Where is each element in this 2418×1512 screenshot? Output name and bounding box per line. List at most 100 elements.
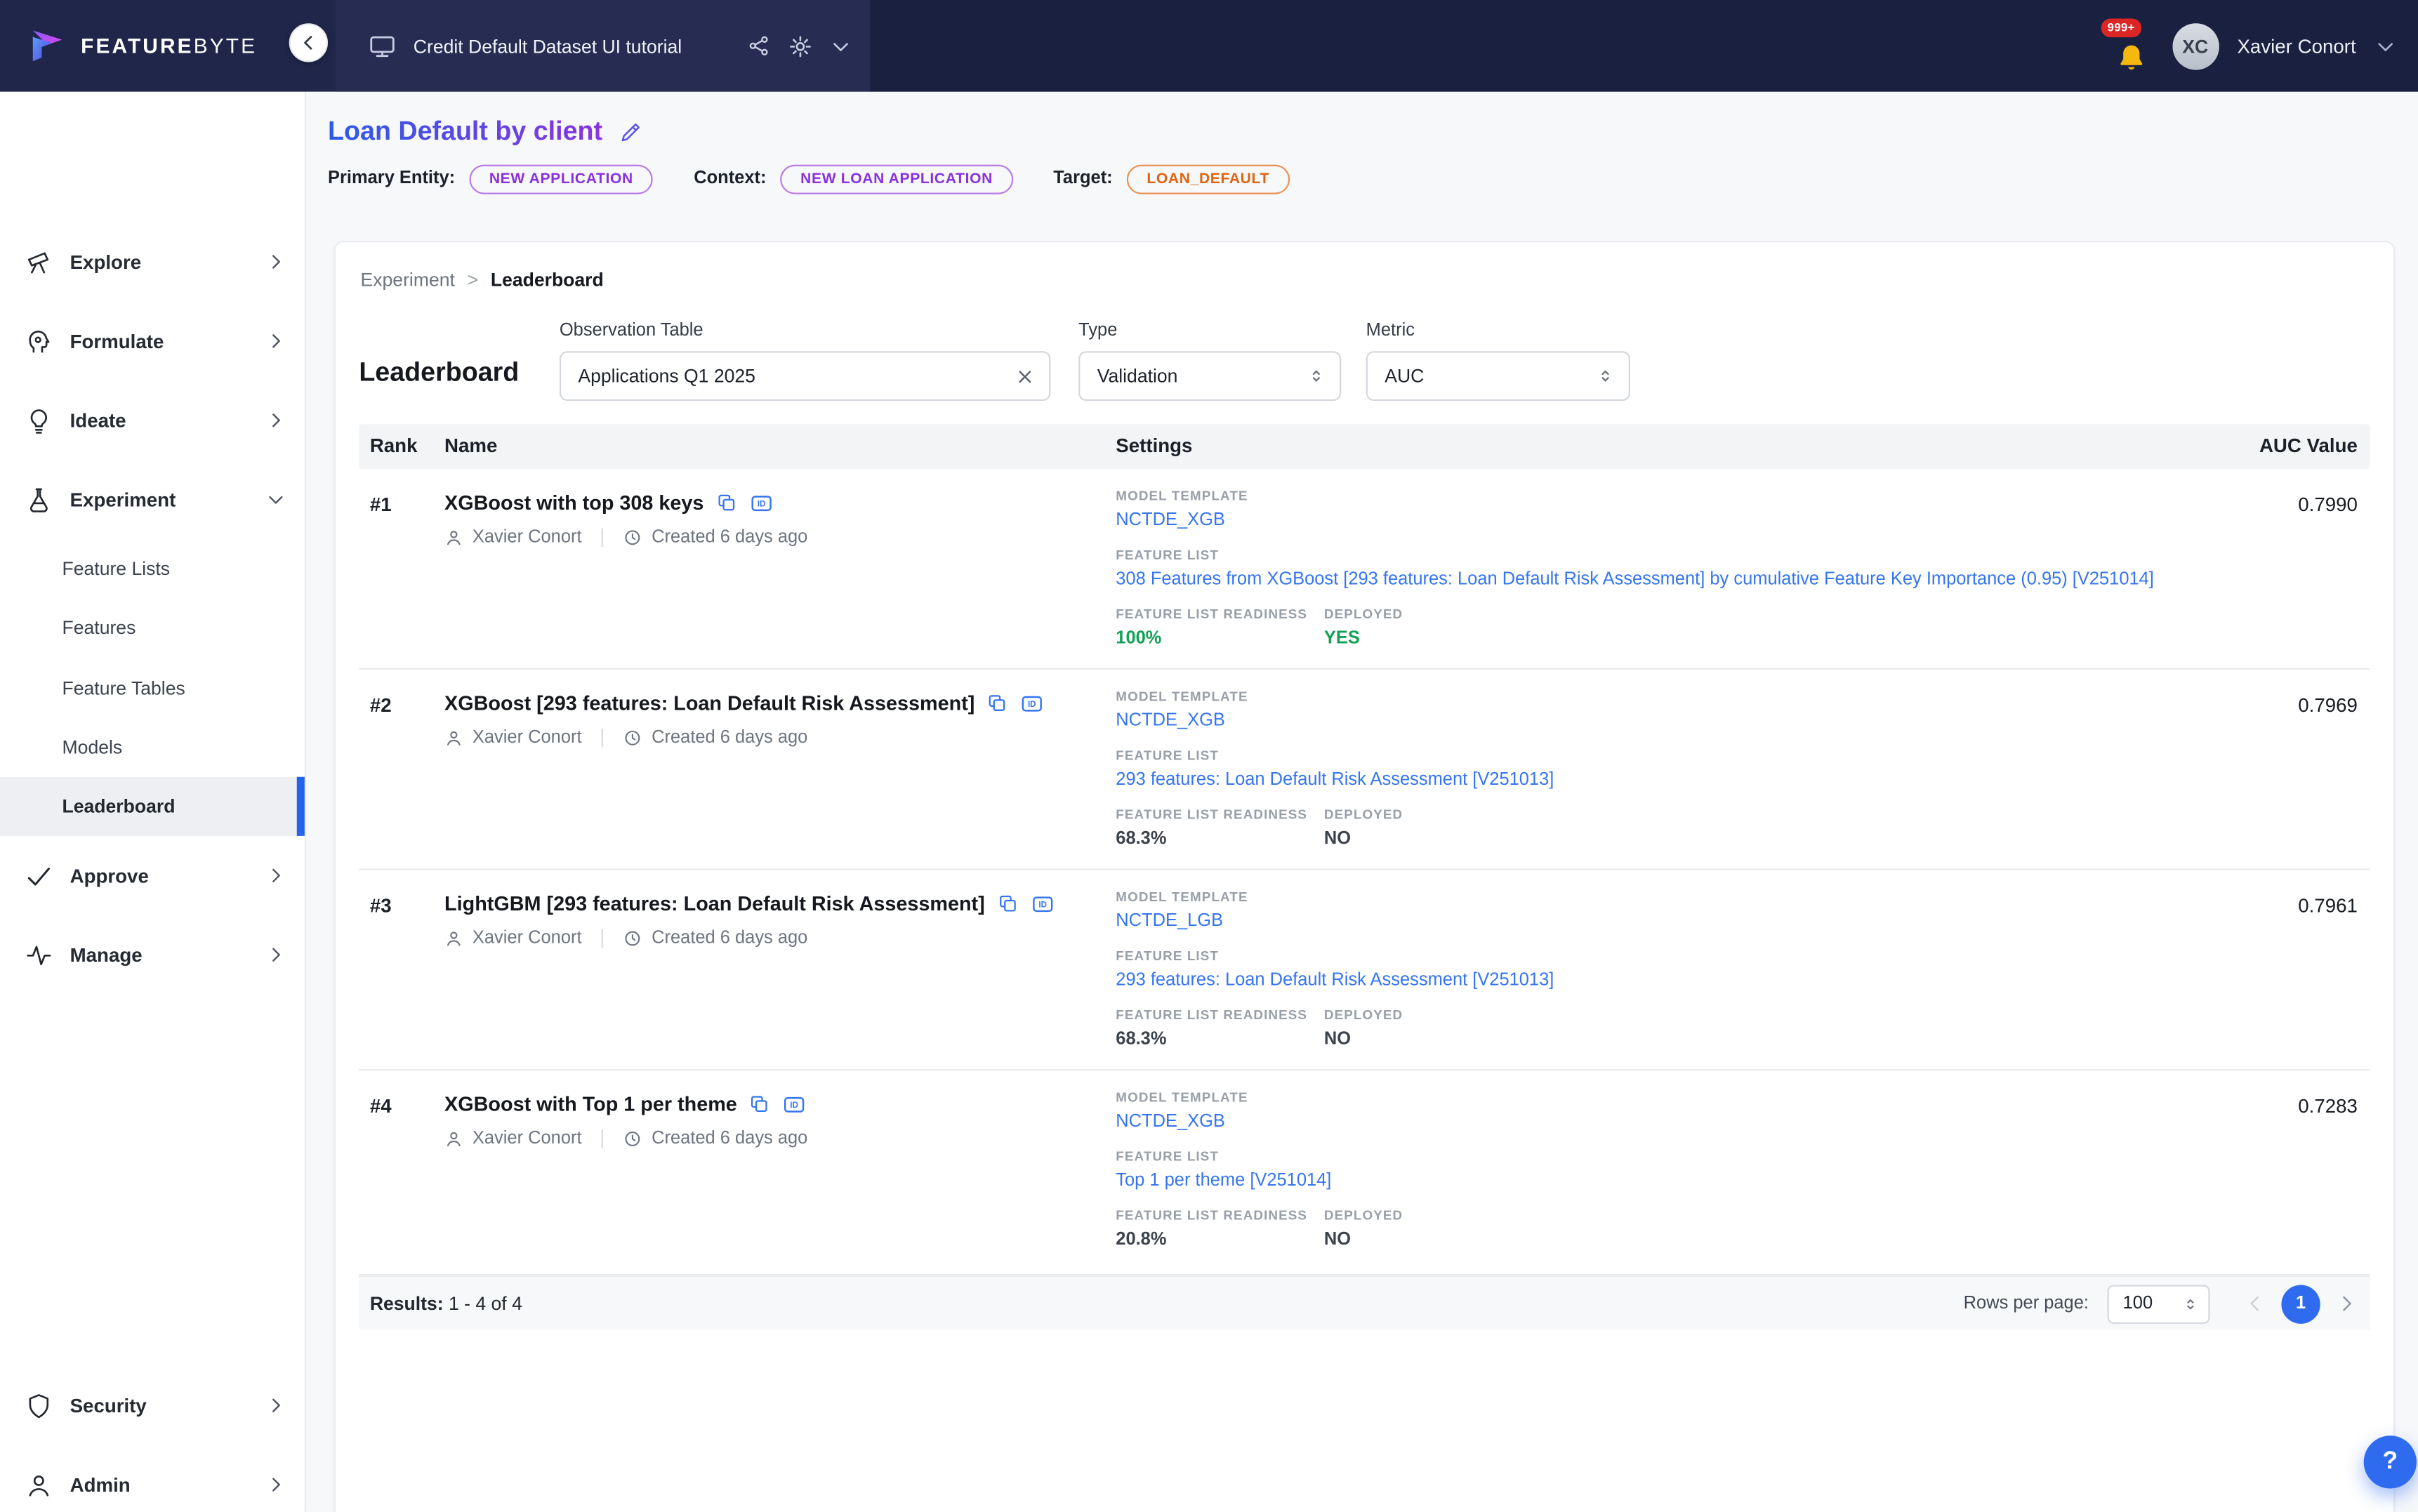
person-icon xyxy=(444,729,463,748)
deployed-value: YES xyxy=(1324,629,1403,648)
author: Xavier Conort xyxy=(473,529,582,548)
sidebar-item-ideate[interactable]: Ideate xyxy=(0,380,305,460)
project-switcher[interactable]: Credit Default Dataset UI tutorial xyxy=(336,0,870,92)
type-select[interactable]: Validation xyxy=(1078,351,1341,401)
flask-icon xyxy=(25,486,53,514)
feature-list-link[interactable]: 293 features: Loan Default Risk Assessme… xyxy=(1116,769,1554,791)
leaderboard-row-3[interactable]: #3 LightGBM [293 features: Loan Default … xyxy=(359,870,2370,1071)
copy-icon[interactable] xyxy=(716,493,736,513)
id-badge-icon[interactable]: ID xyxy=(749,492,774,514)
edit-title-button[interactable] xyxy=(618,119,642,144)
chevron-down-icon xyxy=(266,489,286,510)
clock-icon xyxy=(623,929,642,948)
share-button[interactable] xyxy=(748,34,771,58)
deployed-label: DEPLOYED xyxy=(1324,1007,1403,1022)
notifications-button[interactable]: 999+ xyxy=(2110,15,2153,77)
metric-label: Metric xyxy=(1366,321,1415,340)
sidebar-collapse-button[interactable] xyxy=(289,23,328,62)
rank: #3 xyxy=(370,895,392,917)
deployed-label: DEPLOYED xyxy=(1324,1207,1403,1223)
feature-list-link[interactable]: Top 1 per theme [V251014] xyxy=(1116,1170,1331,1192)
settings-gear-button[interactable] xyxy=(788,34,812,58)
sidebar-item-label: Security xyxy=(70,1395,249,1417)
sidebar-item-formulate[interactable]: Formulate xyxy=(0,301,305,380)
next-page-button[interactable] xyxy=(2336,1293,2358,1315)
avatar[interactable]: XC xyxy=(2172,22,2219,69)
leaderboard-row-1[interactable]: #1 XGBoost with top 308 keys ID Xavier C… xyxy=(359,469,2370,670)
featurebyte-logo: FEATUREBYTE xyxy=(28,0,257,92)
readiness-label: FEATURE LIST READINESS xyxy=(1116,807,1324,822)
page-1-button[interactable]: 1 xyxy=(2281,1284,2320,1322)
sidebar-item-feature-lists[interactable]: Feature Lists xyxy=(0,539,305,599)
lightbulb-icon xyxy=(25,406,53,435)
author: Xavier Conort xyxy=(473,929,582,948)
meta-divider xyxy=(602,1129,603,1148)
leaderboard-row-2[interactable]: #2 XGBoost [293 features: Loan Default R… xyxy=(359,670,2370,870)
created-date: Created 6 days ago xyxy=(652,529,807,548)
model-template-link[interactable]: NCTDE_LGB xyxy=(1116,910,1223,932)
copy-icon[interactable] xyxy=(997,894,1017,914)
auc-value: 0.7969 xyxy=(2298,694,2358,716)
feature-list-link[interactable]: 308 Features from XGBoost [293 features:… xyxy=(1116,569,2154,590)
id-badge-icon[interactable]: ID xyxy=(1020,692,1045,714)
select-stepper-icon xyxy=(2182,1294,2199,1314)
sidebar-item-feature-tables[interactable]: Feature Tables xyxy=(0,658,305,718)
experiment-name: XGBoost with Top 1 per theme xyxy=(444,1092,737,1115)
sidebar-item-leaderboard[interactable]: Leaderboard xyxy=(0,777,305,837)
feature-list-link[interactable]: 293 features: Loan Default Risk Assessme… xyxy=(1116,969,1554,991)
created-date: Created 6 days ago xyxy=(652,1129,807,1148)
id-badge-icon[interactable]: ID xyxy=(782,1093,807,1115)
deployed-value: NO xyxy=(1324,1231,1403,1249)
sidebar-item-label: Explore xyxy=(70,251,249,272)
sidebar-item-explore[interactable]: Explore xyxy=(0,223,305,302)
sidebar-item-admin[interactable]: Admin xyxy=(0,1445,305,1512)
auc-value: 0.7990 xyxy=(2298,494,2358,516)
user-menu-chevron-down-icon[interactable] xyxy=(2374,35,2396,57)
help-button[interactable]: ? xyxy=(2364,1435,2417,1488)
breadcrumb: Experiment > Leaderboard xyxy=(361,269,604,291)
sidebar-item-experiment[interactable]: Experiment xyxy=(0,460,305,539)
model-template-label: MODEL TEMPLATE xyxy=(1116,1089,2367,1105)
copy-icon[interactable] xyxy=(987,693,1008,713)
column-header-auc-value: AUC Value xyxy=(2259,435,2358,457)
observation-table-value: Applications Q1 2025 xyxy=(578,365,1015,387)
readiness-value: 100% xyxy=(1116,629,1324,648)
model-template-link[interactable]: NCTDE_XGB xyxy=(1116,1111,1225,1133)
model-template-link[interactable]: NCTDE_XGB xyxy=(1116,510,1225,531)
breadcrumb-leaderboard: Leaderboard xyxy=(491,269,604,291)
model-template-label: MODEL TEMPLATE xyxy=(1116,488,2367,503)
person-icon xyxy=(444,929,463,948)
feature-list-label: FEATURE LIST xyxy=(1116,748,2367,763)
sidebar-item-approve[interactable]: Approve xyxy=(0,837,305,916)
clock-icon xyxy=(623,529,642,548)
metric-select[interactable]: AUC xyxy=(1366,351,1630,401)
rank: #2 xyxy=(370,694,392,716)
chevron-right-icon xyxy=(266,866,286,887)
sidebar: Explore Formulate Ideate xyxy=(0,92,306,1512)
sub-item-label: Feature Lists xyxy=(62,558,171,580)
primary-entity-label: Primary Entity: xyxy=(328,170,455,189)
sub-item-label: Leaderboard xyxy=(62,796,176,818)
previous-page-button[interactable] xyxy=(2244,1293,2266,1315)
id-badge-icon[interactable]: ID xyxy=(1030,893,1055,915)
sidebar-item-features[interactable]: Features xyxy=(0,599,305,658)
clear-observation-table-icon[interactable] xyxy=(1015,366,1035,386)
sidebar-item-manage[interactable]: Manage xyxy=(0,916,305,995)
sidebar-item-label: Admin xyxy=(70,1474,249,1496)
copy-icon[interactable] xyxy=(750,1094,770,1114)
project-menu-chevron-down-icon[interactable] xyxy=(830,35,852,57)
sidebar-item-models[interactable]: Models xyxy=(0,717,305,777)
feature-list-label: FEATURE LIST xyxy=(1116,1148,2367,1164)
monitor-icon xyxy=(369,32,397,60)
rows-per-page-select[interactable]: 100 xyxy=(2108,1284,2210,1322)
brand-name: FEATUREBYTE xyxy=(81,34,257,58)
project-title: Credit Default Dataset UI tutorial xyxy=(414,35,731,57)
sidebar-item-label: Ideate xyxy=(70,409,249,431)
observation-table-input[interactable]: Applications Q1 2025 xyxy=(560,351,1050,401)
activity-icon xyxy=(25,941,53,969)
breadcrumb-experiment[interactable]: Experiment xyxy=(361,269,455,291)
sidebar-item-security[interactable]: Security xyxy=(0,1366,305,1445)
chevron-left-icon xyxy=(298,32,319,53)
leaderboard-row-4[interactable]: #4 XGBoost with Top 1 per theme ID Xavie… xyxy=(359,1070,2370,1275)
model-template-link[interactable]: NCTDE_XGB xyxy=(1116,710,1225,732)
